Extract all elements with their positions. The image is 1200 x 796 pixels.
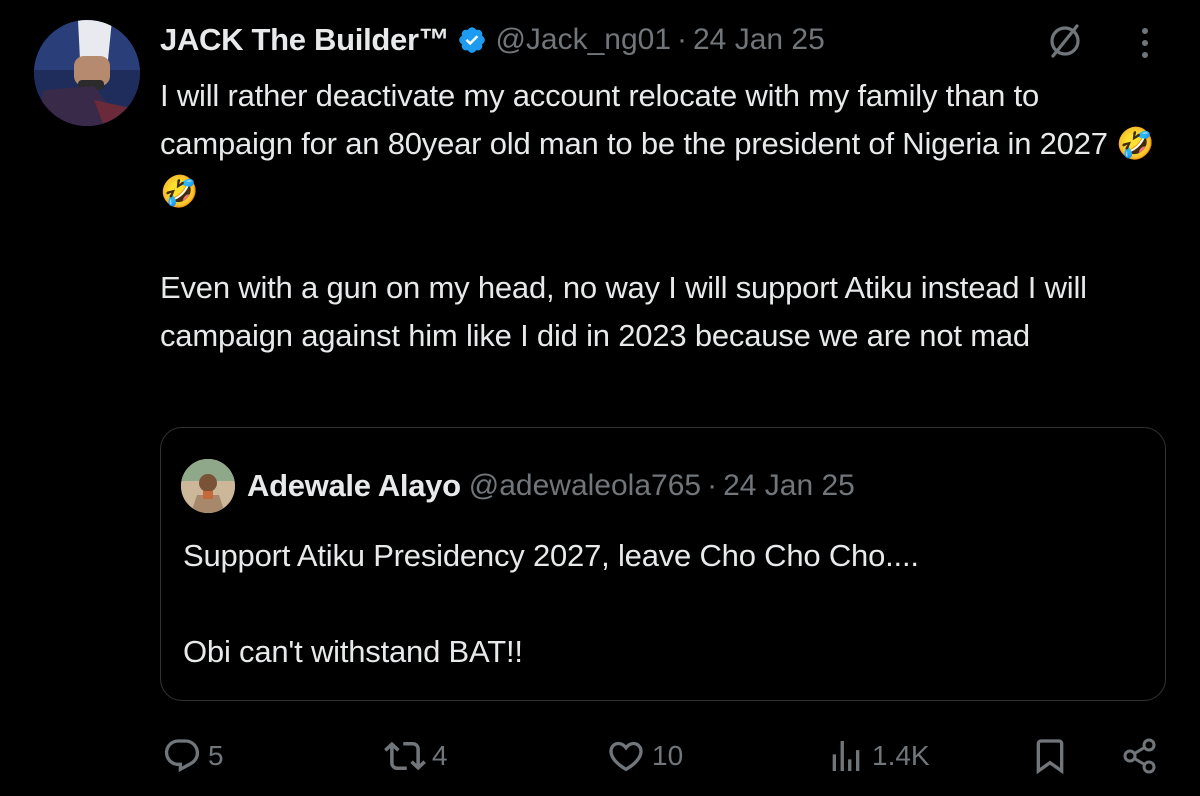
tweet-actions-bar: 5 4 10 1.4K bbox=[0, 728, 1200, 784]
more-vertical-icon[interactable] bbox=[1130, 24, 1160, 62]
tweet-timestamp[interactable]: 24 Jan 25 bbox=[693, 23, 825, 57]
quoted-tweet-timestamp[interactable]: 24 Jan 25 bbox=[723, 469, 855, 503]
quoted-tweet-text: Support Atiku Presidency 2027, leave Cho… bbox=[183, 538, 919, 669]
bookmark-icon bbox=[1030, 736, 1070, 776]
heart-icon bbox=[606, 736, 646, 776]
tweet-header: JACK The Builder™ @Jack_ng01 · 24 Jan 25 bbox=[160, 18, 825, 62]
quoted-tweet[interactable]: Adewale Alayo @adewaleola765 · 24 Jan 25… bbox=[160, 427, 1166, 701]
quoted-tweet-header: Adewale Alayo @adewaleola765 · 24 Jan 25 bbox=[247, 464, 855, 508]
verified-badge-icon bbox=[457, 25, 487, 55]
quoted-author-name[interactable]: Adewale Alayo bbox=[247, 468, 461, 504]
tweet-text: I will rather deactivate my account relo… bbox=[160, 78, 1155, 353]
repost-icon bbox=[384, 735, 426, 777]
quoted-author-handle[interactable]: @adewaleola765 bbox=[469, 469, 701, 503]
views-icon bbox=[826, 736, 866, 776]
reply-icon bbox=[162, 736, 202, 776]
author-handle[interactable]: @Jack_ng01 bbox=[495, 23, 671, 57]
quoted-author-avatar[interactable] bbox=[181, 459, 235, 513]
author-name[interactable]: JACK The Builder™ bbox=[160, 22, 450, 58]
views-count: 1.4K bbox=[872, 740, 930, 771]
grok-icon[interactable] bbox=[1044, 20, 1086, 62]
views-button[interactable]: 1.4K bbox=[826, 728, 930, 784]
bookmark-button[interactable] bbox=[1030, 728, 1070, 784]
separator-dot: · bbox=[677, 23, 687, 56]
share-button[interactable] bbox=[1118, 728, 1162, 784]
like-button[interactable]: 10 bbox=[606, 728, 683, 784]
reply-button[interactable]: 5 bbox=[162, 728, 224, 784]
like-count: 10 bbox=[652, 740, 684, 771]
separator-dot: · bbox=[707, 469, 718, 502]
repost-count: 4 bbox=[432, 740, 448, 771]
author-avatar[interactable] bbox=[34, 20, 140, 126]
reply-count: 5 bbox=[208, 740, 224, 771]
repost-button[interactable]: 4 bbox=[384, 728, 448, 784]
share-icon bbox=[1118, 734, 1162, 778]
